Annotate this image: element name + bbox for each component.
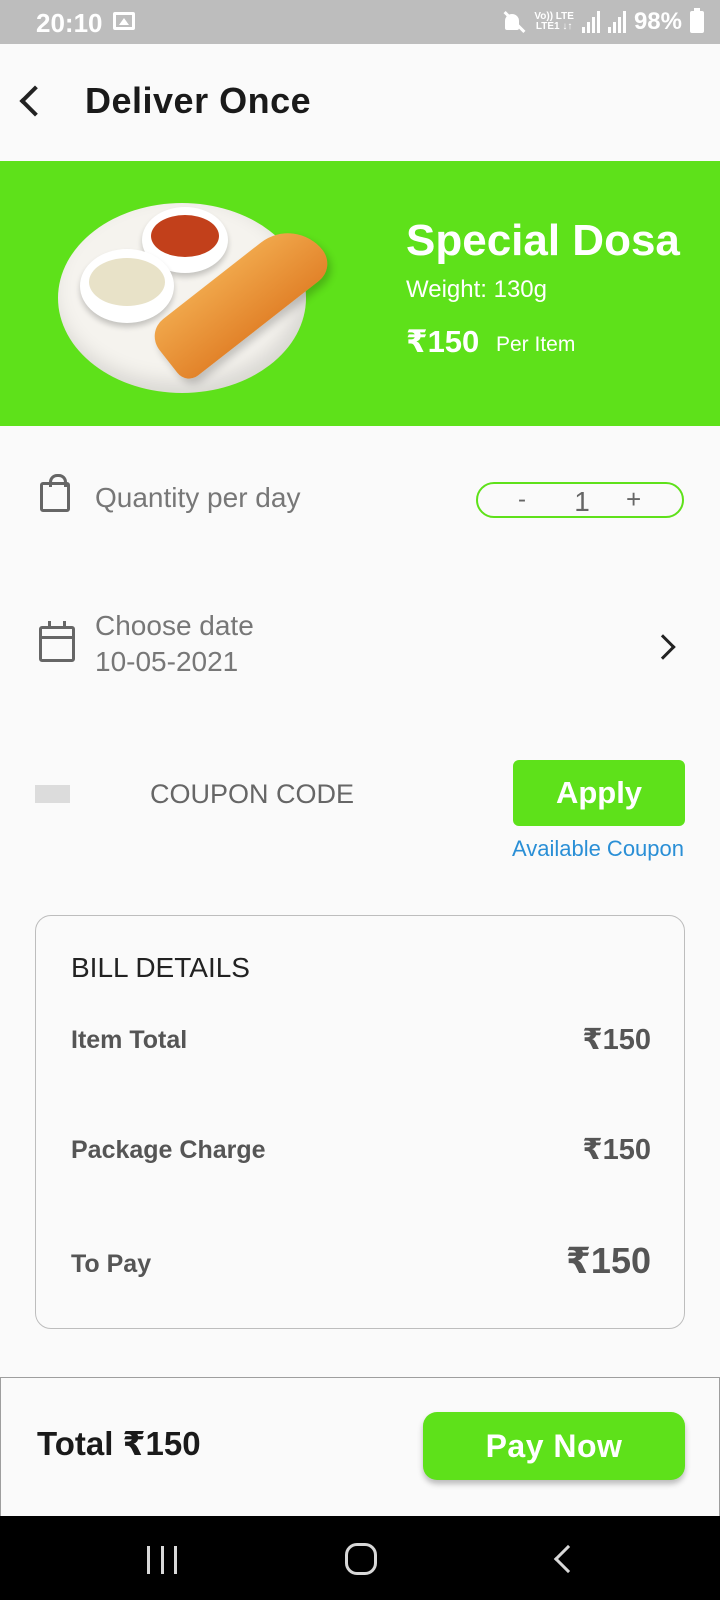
product-banner: Special Dosa Weight: 130g ₹150 Per Item [0, 161, 720, 426]
quantity-increment-button[interactable]: + [626, 484, 641, 515]
calendar-icon [39, 621, 75, 662]
quantity-value: 1 [574, 486, 590, 517]
system-nav-bar [0, 1516, 720, 1600]
product-weight: Weight: 130g [406, 276, 547, 303]
quantity-stepper: - 1 + [476, 482, 684, 518]
coupon-row: Apply Available Coupon [0, 760, 720, 862]
bill-line-amount: ₹150 [582, 1134, 651, 1166]
system-back-icon[interactable] [553, 1544, 583, 1574]
page-title: Deliver Once [85, 80, 312, 121]
app-header: Deliver Once [0, 44, 720, 161]
battery-percent: 98% [633, 8, 682, 35]
status-time: 20:10 [36, 8, 103, 38]
bill-line-label: To Pay [71, 1250, 152, 1278]
choose-date-row[interactable]: Choose date 10-05-2021 [0, 606, 720, 686]
apply-coupon-button[interactable]: Apply [513, 760, 685, 826]
coupon-code-input[interactable] [150, 774, 450, 814]
bill-line-amount: ₹150 [565, 1240, 651, 1281]
gallery-icon [113, 12, 135, 30]
signal-1-icon [581, 11, 600, 33]
battery-icon [690, 8, 704, 33]
bill-line-package-charge: Package Charge ₹150 [71, 1130, 651, 1170]
network-bottom-label: LTE1 ↓↑ [535, 21, 573, 32]
dosa-plate-image [58, 203, 337, 393]
bill-details-card: BILL DETAILS Item Total ₹150 Package Cha… [35, 915, 685, 1329]
bill-line-to-pay: To Pay ₹150 [71, 1240, 651, 1282]
back-arrow-icon[interactable] [19, 85, 51, 117]
bill-line-item-total: Item Total ₹150 [71, 1020, 651, 1060]
bill-line-label: Item Total [71, 1026, 188, 1054]
pay-now-button[interactable]: Pay Now [423, 1412, 685, 1480]
mute-icon [502, 10, 526, 34]
quantity-label: Quantity per day [95, 482, 301, 513]
checkout-bar: Total ₹150 Pay Now [0, 1377, 720, 1517]
date-label: Choose date [95, 610, 254, 641]
total-amount: Total ₹150 [37, 1425, 201, 1462]
recent-apps-icon[interactable] [147, 1546, 177, 1574]
chevron-right-icon[interactable] [650, 634, 676, 660]
signal-2-icon [607, 11, 626, 33]
coupon-marker [35, 785, 70, 803]
product-unit: Per Item [496, 333, 576, 356]
chutney-bowl [80, 249, 174, 323]
network-type-icon: Vo)) LTE LTE1 ↓↑ [534, 12, 574, 32]
home-icon[interactable] [345, 1543, 377, 1575]
bill-line-amount: ₹150 [582, 1024, 651, 1056]
available-coupon-link[interactable]: Available Coupon [512, 836, 684, 862]
bill-line-label: Package Charge [71, 1136, 266, 1164]
bill-title: BILL DETAILS [71, 952, 250, 983]
quantity-row: Quantity per day - 1 + [0, 466, 720, 536]
product-price: ₹150 [406, 324, 480, 359]
shopping-bag-icon [40, 474, 70, 512]
status-icons: Vo)) LTE LTE1 ↓↑ 98% [502, 8, 704, 36]
status-bar: 20:10 Vo)) LTE LTE1 ↓↑ 98% [0, 0, 720, 44]
date-value: 10-05-2021 [95, 646, 239, 677]
product-name: Special Dosa [406, 216, 680, 265]
quantity-decrement-button[interactable]: - [518, 486, 526, 514]
